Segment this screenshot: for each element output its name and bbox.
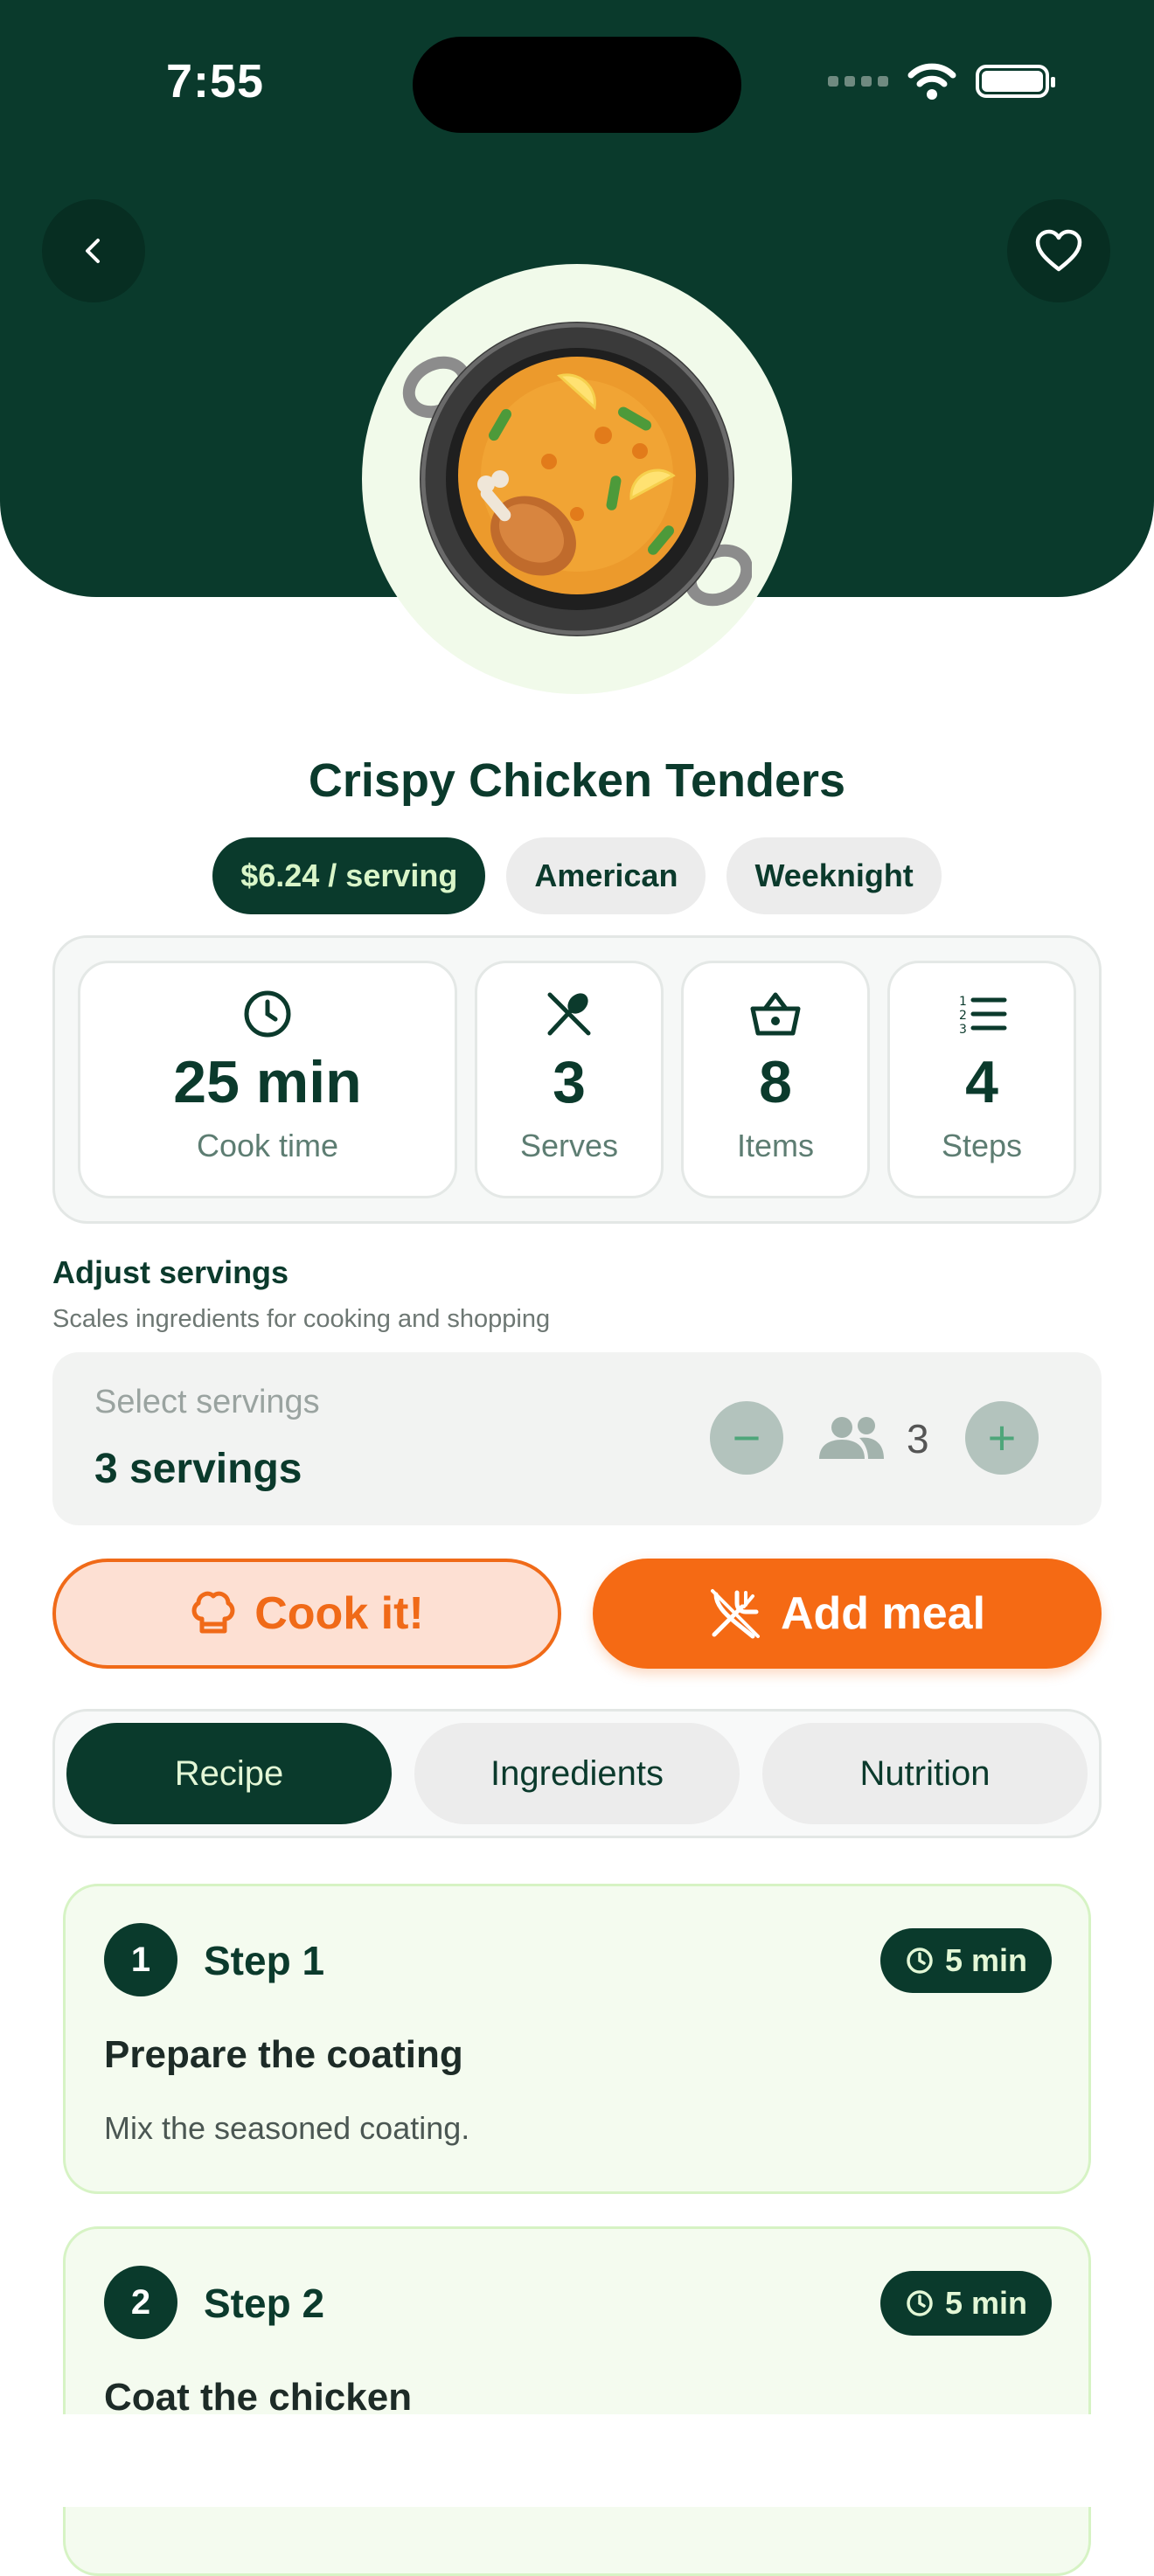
- dynamic-island: [413, 37, 741, 133]
- svg-text:2: 2: [959, 1009, 967, 1023]
- step-number: 2: [104, 2266, 177, 2339]
- status-icons: [828, 63, 1055, 100]
- utensils-crossed-icon: [710, 1589, 760, 1639]
- bottom-safe-area: [0, 2414, 1154, 2507]
- step-card: 2 Step 2 5 min Coat the chicken: [63, 2226, 1091, 2576]
- adjust-servings-subtitle: Scales ingredients for cooking and shopp…: [52, 1305, 551, 1333]
- cook-it-label: Cook it!: [254, 1588, 424, 1639]
- step-number: 1: [104, 1923, 177, 1996]
- basket-icon: [750, 992, 801, 1036]
- adjust-servings-title: Adjust servings: [52, 1254, 289, 1290]
- stat-label: Cook time: [196, 1128, 339, 1163]
- add-meal-label: Add meal: [780, 1588, 986, 1639]
- price-chip: $6.24 / serving: [212, 837, 486, 914]
- battery-icon: [976, 65, 1055, 98]
- people-icon: [819, 1417, 884, 1459]
- back-button[interactable]: [42, 199, 145, 302]
- stat-label: Items: [736, 1128, 814, 1163]
- svg-text:1: 1: [959, 995, 967, 1009]
- stat-items: 8 Items: [680, 961, 870, 1198]
- favorite-button[interactable]: [1007, 199, 1110, 302]
- recipe-stats: 25 min Cook time 3 Serves 8 Items 1 2 3 …: [52, 935, 1102, 1224]
- recipe-tabs: Recipe Ingredients Nutrition: [52, 1709, 1102, 1838]
- chef-hat-icon: [191, 1591, 235, 1634]
- stat-value: 4: [965, 1049, 998, 1115]
- occasion-chip: Weeknight: [726, 837, 942, 914]
- stat-value: 3: [553, 1049, 586, 1115]
- step-label: Step 2: [204, 2281, 325, 2326]
- step-time: 5 min: [944, 1942, 1027, 1978]
- status-time: 7:55: [166, 55, 265, 108]
- cuisine-chip: American: [506, 837, 706, 914]
- clock-icon: [907, 1948, 933, 1974]
- step-title: Prepare the coating: [104, 2033, 463, 2076]
- stat-label: Serves: [519, 1128, 618, 1163]
- utensils-icon: [547, 992, 591, 1036]
- heart-icon: [1035, 229, 1082, 272]
- tab-nutrition[interactable]: Nutrition: [762, 1723, 1088, 1824]
- recipe-title: Crispy Chicken Tenders: [308, 754, 846, 807]
- list-icon: 1 2 3: [959, 995, 1007, 1037]
- paella-pan-icon: [402, 322, 752, 636]
- tab-recipe[interactable]: Recipe: [66, 1723, 392, 1824]
- servings-count: 3: [907, 1416, 929, 1462]
- step-time-badge: 5 min: [879, 2271, 1052, 2336]
- cook-it-button[interactable]: Cook it!: [52, 1559, 561, 1669]
- clock-icon: [244, 990, 291, 1038]
- add-meal-button[interactable]: Add meal: [593, 1559, 1102, 1669]
- step-time: 5 min: [944, 2285, 1027, 2321]
- tab-ingredients[interactable]: Ingredients: [414, 1723, 740, 1824]
- stat-value: 8: [759, 1049, 792, 1115]
- step-time-badge: 5 min: [879, 1928, 1052, 1993]
- cellular-icon: [828, 76, 888, 87]
- decrease-servings-button[interactable]: −: [710, 1401, 783, 1475]
- servings-value: 3 servings: [94, 1446, 302, 1492]
- servings-placeholder: Select servings: [94, 1384, 320, 1420]
- servings-selector[interactable]: Select servings 3 servings − 3 +: [52, 1352, 1102, 1525]
- stat-serves: 3 Serves: [474, 961, 664, 1198]
- increase-servings-button[interactable]: +: [965, 1401, 1039, 1475]
- step-title: Coat the chicken: [104, 2376, 413, 2419]
- chevron-left-icon: [86, 239, 100, 263]
- wifi-icon: [907, 63, 956, 100]
- stat-cook-time: 25 min Cook time: [78, 961, 457, 1198]
- recipe-tags: $6.24 / serving American Weeknight: [0, 837, 1154, 914]
- clock-icon: [907, 2290, 933, 2316]
- recipe-image: [362, 264, 792, 694]
- step-description: Mix the seasoned coating.: [104, 2110, 470, 2146]
- stat-value: 25 min: [173, 1049, 362, 1115]
- step-card: 1 Step 1 5 min Prepare the coating Mix t…: [63, 1884, 1091, 2194]
- stat-label: Steps: [941, 1128, 1023, 1163]
- svg-text:3: 3: [959, 1023, 967, 1037]
- stat-steps: 1 2 3 4 Steps: [886, 961, 1076, 1198]
- step-label: Step 1: [204, 1938, 325, 1983]
